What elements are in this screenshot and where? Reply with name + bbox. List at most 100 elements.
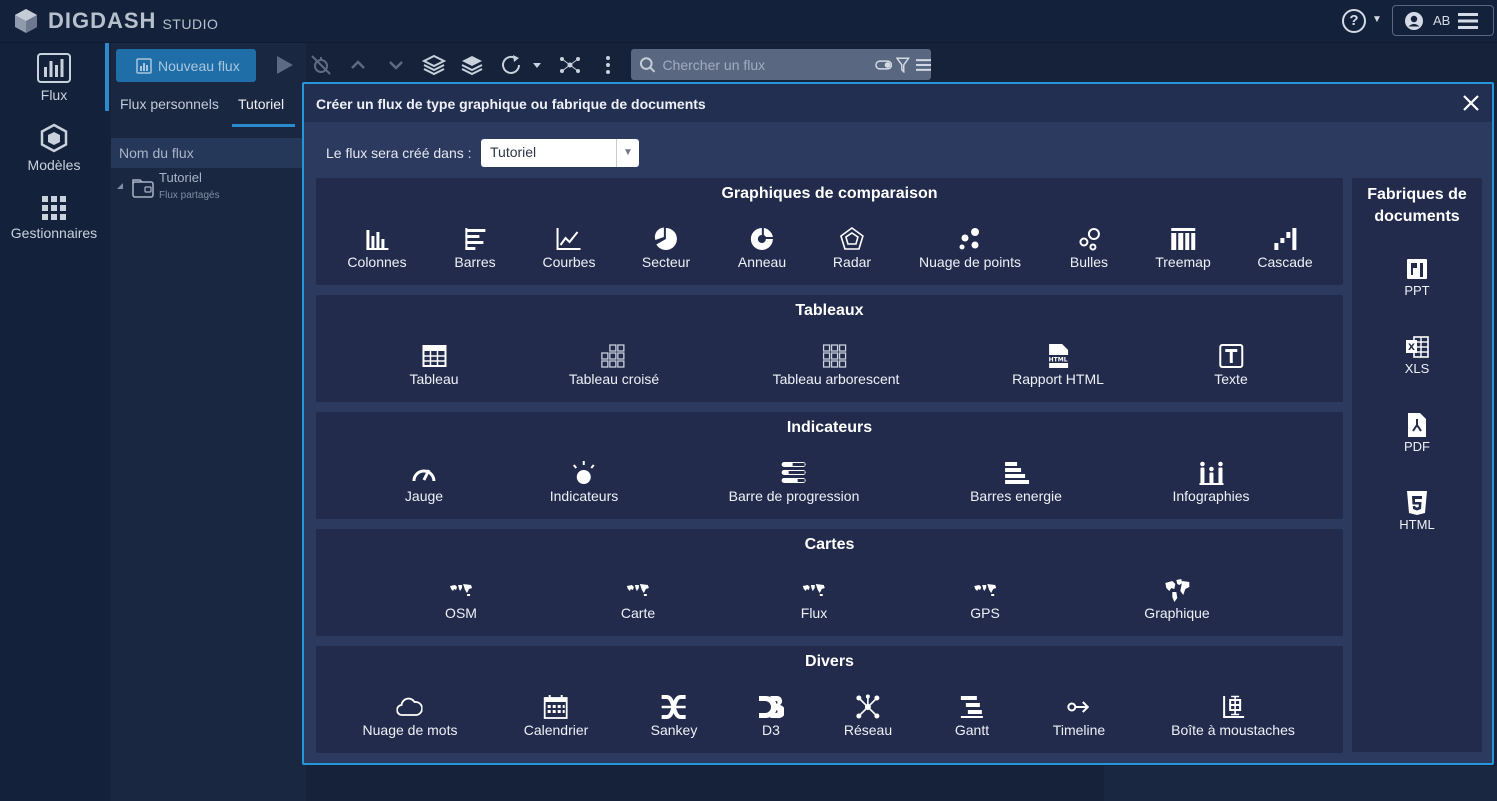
chart-type-anneau[interactable]: Anneau [738, 226, 786, 270]
chart-type-courbes[interactable]: Courbes [542, 226, 596, 270]
tab-active-indicator [232, 124, 295, 127]
toggle-icon[interactable] [874, 59, 892, 71]
chart-type-radar[interactable]: Radar [833, 226, 871, 270]
create-flux-dialog: Créer un flux de type graphique ou fabri… [302, 82, 1494, 765]
chevron-up-icon[interactable] [346, 53, 370, 77]
chart-type-calendrier[interactable]: Calendrier [524, 694, 588, 738]
calendar-icon [544, 695, 568, 719]
app-logo[interactable]: DIGDASH STUDIO [12, 7, 218, 35]
factories-title-line1: Fabriques de [1367, 186, 1467, 203]
boxplot-icon [1223, 695, 1244, 718]
map-type-carte[interactable]: Carte [621, 577, 655, 621]
destination-select[interactable]: Tutoriel ▼ [481, 139, 639, 167]
tab-tutoriel[interactable]: Tutoriel [238, 96, 284, 112]
chart-type-bulles[interactable]: Bulles [1070, 226, 1108, 270]
sidebar-item-gestionnaires[interactable]: Gestionnaires [0, 195, 108, 241]
network-icon [856, 694, 880, 719]
close-icon[interactable] [1462, 94, 1480, 112]
chart-type-tableau-croise[interactable]: Tableau croisé [569, 343, 659, 387]
sidebar-item-flux[interactable]: Flux [0, 53, 108, 103]
chart-type-tableau-arborescent[interactable]: Tableau arborescent [773, 343, 899, 387]
tab-flux-personnels[interactable]: Flux personnels [120, 96, 219, 112]
destination-label: Le flux sera créé dans : [326, 145, 472, 161]
chart-type-sankey[interactable]: Sankey [651, 694, 697, 738]
chart-type-barres-energie[interactable]: Barres energie [970, 460, 1062, 504]
chart-type-secteur[interactable]: Secteur [642, 226, 690, 270]
item-label: Réseau [843, 722, 893, 738]
item-label: Infographies [1172, 488, 1250, 504]
world-map-icon [626, 584, 649, 596]
shared-folder-icon [132, 179, 154, 198]
chart-type-gantt[interactable]: Gantt [955, 694, 989, 738]
cube-icon [40, 123, 68, 153]
chart-type-tableau[interactable]: Tableau [409, 343, 459, 387]
text-icon [1219, 344, 1243, 368]
debug-icon[interactable] [309, 53, 333, 77]
map-type-graphique[interactable]: Graphique [1144, 577, 1210, 621]
factories-title-line2: documents [1374, 208, 1460, 225]
chart-type-treemap[interactable]: Treemap [1155, 226, 1211, 270]
play-icon[interactable] [272, 53, 296, 77]
map-type-flux[interactable]: Flux [801, 577, 827, 621]
item-label: Courbes [542, 254, 596, 270]
factory-xls[interactable]: X XLS [1352, 334, 1482, 376]
chart-type-timeline[interactable]: Timeline [1053, 694, 1105, 738]
chart-type-nuage-de-mots[interactable]: Nuage de mots [363, 694, 457, 738]
map-type-osm[interactable]: OSM [445, 577, 477, 621]
chart-type-rapport-html[interactable]: HTML Rapport HTML [1012, 343, 1104, 387]
chart-type-boite-a-moustaches[interactable]: Boîte à moustaches [1171, 694, 1295, 738]
search-icon [639, 56, 656, 72]
chart-type-indicateurs[interactable]: Indicateurs [550, 460, 618, 504]
chart-type-cascade[interactable]: Cascade [1257, 226, 1313, 270]
document-factories-panel: Fabriques de documents PPT X XLS PDF HTM… [1352, 178, 1482, 752]
factory-pdf[interactable]: PDF [1352, 412, 1482, 454]
refresh-caret-icon[interactable] [531, 53, 543, 77]
column-header[interactable]: Nom du flux [111, 138, 306, 168]
filter-icon[interactable] [895, 56, 910, 73]
network-toolbar-icon[interactable] [558, 53, 582, 77]
chart-type-nuage-de-points[interactable]: Nuage de points [919, 226, 1021, 270]
user-menu-button[interactable]: AB [1392, 5, 1494, 36]
destination-value: Tutoriel [490, 144, 537, 160]
chevron-down-icon[interactable] [384, 53, 408, 77]
tree-item-tutoriel[interactable]: Tutoriel Flux partagés [116, 168, 301, 206]
search-input[interactable] [662, 56, 847, 73]
chart-type-barres[interactable]: Barres [454, 226, 496, 270]
chart-type-jauge[interactable]: Jauge [405, 460, 443, 504]
help-button[interactable]: ? [1342, 9, 1366, 33]
section-title: Cartes [804, 536, 855, 553]
chart-type-texte[interactable]: Texte [1214, 343, 1248, 387]
item-label: D3 [762, 722, 780, 738]
chart-type-barre-de-progression[interactable]: Barre de progression [728, 460, 860, 504]
factory-html[interactable]: HTML [1352, 490, 1482, 532]
list-menu-icon[interactable] [915, 58, 932, 72]
item-label: HTML [1399, 517, 1435, 532]
map-type-gps[interactable]: GPS [970, 577, 1000, 621]
chart-type-infographies[interactable]: Infographies [1172, 460, 1250, 504]
item-label: Barres energie [970, 488, 1062, 504]
layers-icon[interactable] [422, 53, 446, 77]
help-caret-icon[interactable]: ▼ [1372, 14, 1382, 25]
layers-add-icon[interactable] [460, 53, 484, 77]
product-name: STUDIO [162, 15, 219, 32]
section-title: Indicateurs [786, 419, 873, 436]
item-label: PDF [1404, 439, 1430, 454]
sankey-icon [661, 695, 686, 719]
top-bar: DIGDASH STUDIO ? ▼ AB [0, 0, 1497, 43]
sidebar-item-modeles[interactable]: Modèles [0, 123, 108, 173]
chart-type-colonnes[interactable]: Colonnes [347, 226, 407, 270]
more-vertical-icon[interactable] [596, 53, 620, 77]
item-label: Carte [620, 605, 656, 621]
new-flux-button[interactable]: Nouveau flux [116, 49, 256, 82]
tree-expand-icon[interactable] [116, 182, 124, 190]
factory-ppt[interactable]: PPT [1352, 256, 1482, 298]
columns-icon [366, 230, 388, 250]
caret-down-icon[interactable]: ▼ [616, 139, 639, 167]
item-label: Barre de progression [728, 488, 860, 504]
chart-type-d3[interactable]: D3 [758, 694, 784, 738]
chart-type-reseau[interactable]: Réseau [844, 694, 892, 738]
html-report-icon: HTML [1047, 344, 1069, 368]
refresh-icon[interactable] [499, 53, 523, 77]
pdf-file-icon [1408, 413, 1426, 437]
item-label: Radar [832, 254, 872, 270]
